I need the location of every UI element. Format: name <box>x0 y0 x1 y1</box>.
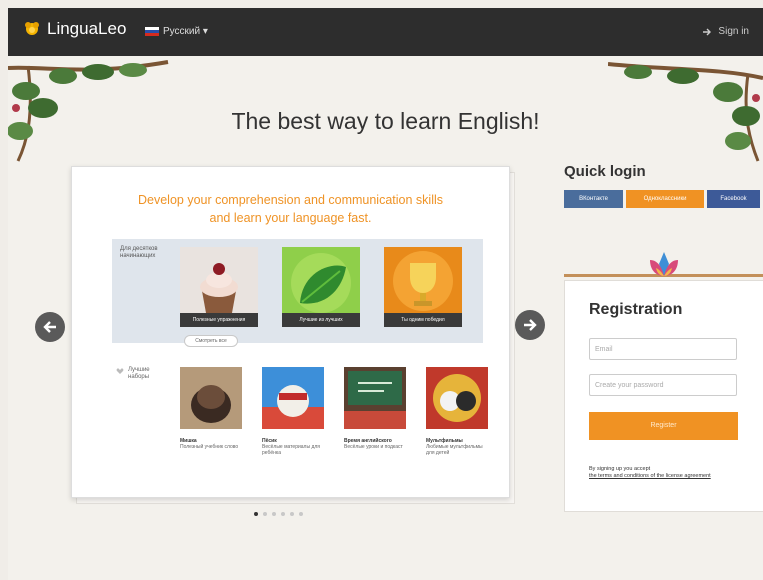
lotus-icon <box>650 252 678 276</box>
sets-label-text: Лучшие наборы <box>128 367 150 380</box>
page-headline: The best way to learn English! <box>231 108 540 134</box>
carousel-pagination <box>254 512 303 516</box>
vkontakte-login-button[interactable]: ВКонтакте <box>564 190 623 208</box>
set-card[interactable]: Время английского Весёлые уроки и подкас… <box>344 367 406 450</box>
lion-icon <box>25 22 39 35</box>
feature-caption: Лучшие из лучших <box>282 313 360 327</box>
promo-slide: Develop your comprehension and communica… <box>71 166 510 498</box>
logo[interactable]: LinguaLeo <box>22 19 126 39</box>
facebook-login-button[interactable]: Facebook <box>707 190 760 208</box>
carousel-prev-button[interactable] <box>35 312 65 342</box>
set-description: Весёлые материалы для ребёнка <box>262 444 320 456</box>
carousel-next-button[interactable] <box>515 310 545 340</box>
set-card[interactable]: Мишка Полезный учебник слово <box>180 367 242 450</box>
language-selector[interactable]: Русский ▾ <box>145 26 208 37</box>
terms-line: By signing up you accept <box>589 466 651 472</box>
top-bar: LinguaLeo Русский ▾ Sign in <box>8 8 763 56</box>
features-label: Для десятков начинающих <box>120 246 158 259</box>
arrow-right-icon <box>524 319 537 331</box>
russian-flag-icon <box>145 27 159 36</box>
terms-text: By signing up you accept the terms and c… <box>589 466 739 480</box>
slide-title-line2: and learn your language fast. <box>209 211 372 225</box>
carousel-dot[interactable] <box>281 512 285 516</box>
sets-label: Лучшие наборы <box>116 367 162 381</box>
carousel-dot[interactable] <box>290 512 294 516</box>
set-description: Любимые мультфильмы для детей <box>426 444 483 456</box>
email-field[interactable]: Email <box>589 338 737 360</box>
language-label: Русский ▾ <box>163 26 208 37</box>
feature-leaf[interactable]: Лучшие из лучших <box>282 247 360 327</box>
terms-link[interactable]: the terms and conditions of the license … <box>589 473 739 480</box>
arrow-left-icon <box>43 321 56 333</box>
pug-image <box>180 367 242 429</box>
carousel-dot[interactable] <box>272 512 276 516</box>
set-card[interactable]: Пёсик Весёлые материалы для ребёнка <box>262 367 324 456</box>
page-frame: LinguaLeo Русский ▾ Sign in The best way… <box>8 8 763 580</box>
carousel-dot[interactable] <box>299 512 303 516</box>
cartoon-image <box>426 367 488 429</box>
feature-caption: Ты одним победил <box>384 313 462 327</box>
feature-caption: Полезные упражнения <box>180 313 258 327</box>
logo-text: LinguaLeo <box>47 19 127 38</box>
registration-title: Registration <box>589 301 683 318</box>
set-card[interactable]: Мультфильмы Любимые мультфильмы для дете… <box>426 367 488 456</box>
register-button[interactable]: Register <box>589 412 738 440</box>
feature-cupcake[interactable]: Полезные упражнения <box>180 247 258 327</box>
heart-icon <box>116 368 124 374</box>
carousel-dot[interactable] <box>254 512 258 516</box>
login-arrow-icon <box>703 28 712 35</box>
see-all-button[interactable]: Смотреть все <box>184 335 238 347</box>
slide-title: Develop your comprehension and communica… <box>72 191 509 227</box>
set-description: Весёлые уроки и подкаст <box>344 444 403 450</box>
password-field[interactable]: Create your password <box>589 374 737 396</box>
slide-title-line1: Develop your comprehension and communica… <box>137 193 443 207</box>
carousel-dot[interactable] <box>263 512 267 516</box>
sign-in-label: Sign in <box>718 26 749 37</box>
features-panel: Для десятков начинающих Полезные упражне… <box>112 239 483 347</box>
sign-in-link[interactable]: Sign in <box>703 26 749 37</box>
registration-form: Registration Email Create your password … <box>564 280 763 512</box>
quick-login-title: Quick login <box>564 163 646 180</box>
chalkboard-image <box>344 367 406 429</box>
dog-image <box>262 367 324 429</box>
feature-trophy[interactable]: Ты одним победил <box>384 247 462 327</box>
set-description: Полезный учебник слово <box>180 444 239 450</box>
odnoklassniki-login-button[interactable]: Одноклассники <box>626 190 704 208</box>
